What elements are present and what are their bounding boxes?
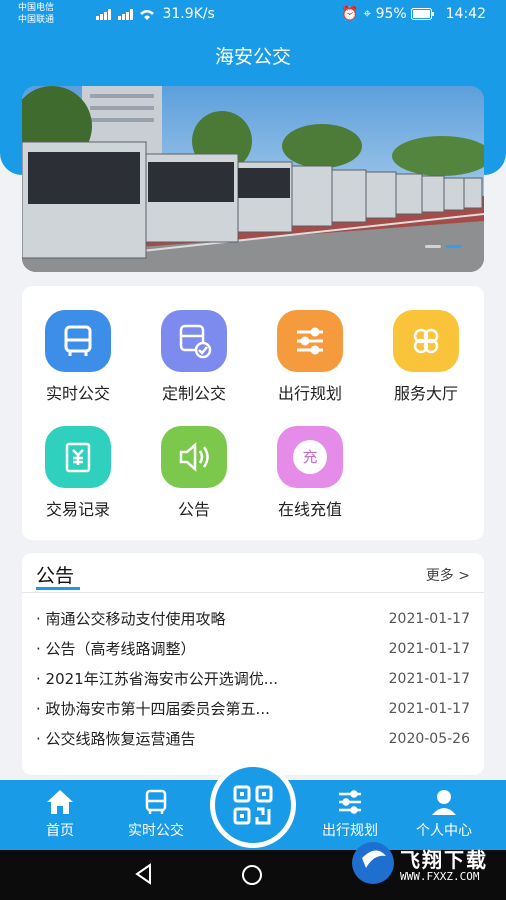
service-grid: 实时公交 定制公交 出行规划 服务大厅 交易记录 公告 充 在线充值: [22, 286, 484, 540]
location-icon: ⌖: [363, 6, 372, 22]
grid-item-notice[interactable]: 公告: [144, 426, 244, 520]
notice-item[interactable]: 公交线路恢复运营通告 2020-05-26: [36, 729, 470, 759]
home-icon: [47, 790, 73, 814]
status-bar: 中国电信 中国联通 31.9K/s ⏰ ⌖ 95% 14:42: [0, 0, 506, 32]
grid-item-service-hall[interactable]: 服务大厅: [376, 310, 476, 404]
notice-item[interactable]: 公告（高考线路调整） 2021-01-17: [36, 639, 470, 669]
divider: [22, 592, 484, 593]
grid-item-route-plan[interactable]: 出行规划: [260, 310, 360, 404]
notice-title: 公告: [36, 565, 75, 587]
notice-item[interactable]: 2021年江苏省海安市公开选调优... 2021-01-17: [36, 669, 470, 699]
watermark: 飞翔下载 WWW.FXXZ.COM: [350, 836, 500, 892]
tab-home[interactable]: 首页: [12, 788, 108, 840]
notice-item-title: 政协海安市第十四届委员会第五...: [36, 699, 389, 729]
grid-label: 出行规划: [277, 384, 342, 403]
notice-item-title: 公告（高考线路调整）: [36, 639, 389, 669]
notice-item-date: 2020-05-26: [388, 731, 470, 747]
bus-icon: [45, 310, 111, 372]
custom-bus-icon: [161, 310, 227, 372]
service-hall-icon: [393, 310, 459, 372]
notice-item-date: 2021-01-17: [388, 701, 470, 717]
grid-item-recharge[interactable]: 充 在线充值: [260, 426, 360, 520]
more-link[interactable]: 更多 >: [426, 565, 470, 585]
receipt-icon: [45, 426, 111, 488]
bus-photo: [22, 86, 484, 272]
speaker-icon: [161, 426, 227, 488]
grid-item-transaction-record[interactable]: 交易记录: [28, 426, 128, 520]
qr-code-icon: [233, 785, 273, 825]
tab-realtime-bus[interactable]: 实时公交: [108, 788, 204, 840]
tab-route-plan[interactable]: 出行规划: [302, 788, 398, 840]
banner-carousel[interactable]: [22, 86, 484, 272]
notice-item-date: 2021-01-17: [388, 671, 470, 687]
notice-item-date: 2021-01-17: [388, 641, 470, 657]
recharge-icon: 充: [277, 426, 343, 488]
recharge-badge: 充: [293, 440, 327, 474]
grid-item-custom-bus[interactable]: 定制公交: [144, 310, 244, 404]
carousel-indicator: [420, 233, 462, 252]
tab-home-label: 首页: [46, 823, 74, 839]
alarm-icon: ⏰: [341, 6, 359, 22]
clock-time: 14:42: [445, 6, 486, 22]
carrier-info: 中国电信 中国联通: [18, 2, 54, 26]
notice-item-date: 2021-01-17: [388, 611, 470, 627]
grid-label: 实时公交: [45, 384, 110, 403]
battery-percent: 95%: [375, 6, 407, 22]
watermark-url: WWW.FXXZ.COM: [400, 870, 480, 883]
tab-profile[interactable]: 个人中心: [396, 788, 492, 840]
carousel-dot[interactable]: [425, 245, 441, 248]
notice-item[interactable]: 南通公交移动支付使用攻略 2021-01-17: [36, 609, 470, 639]
watermark-text: 飞翔下载: [400, 848, 488, 872]
notice-item-title: 南通公交移动支付使用攻略: [36, 609, 389, 639]
app-title: 海安公交: [214, 46, 291, 68]
carrier-2: 中国联通: [18, 15, 55, 25]
watermark-logo-icon: [352, 842, 394, 884]
grid-label: 服务大厅: [393, 384, 458, 403]
route-plan-icon: [277, 310, 343, 372]
grid-label: 定制公交: [161, 384, 226, 403]
status-right: ⏰ ⌖ 95% 14:42: [341, 6, 486, 22]
back-icon[interactable]: [132, 862, 156, 886]
net-speed: 31.9K/s: [162, 6, 215, 22]
notice-item[interactable]: 政协海安市第十四届委员会第五... 2021-01-17: [36, 699, 470, 729]
notice-item-title: 公交线路恢复运营通告: [36, 729, 389, 759]
signal-area: 31.9K/s: [96, 6, 215, 22]
grid-label: 在线充值: [277, 500, 342, 519]
battery-icon: [411, 8, 435, 20]
user-icon: [432, 790, 456, 815]
route-plan-icon: [339, 790, 361, 814]
grid-label: 交易记录: [45, 500, 110, 519]
notice-title-underline: [36, 587, 80, 590]
notice-item-title: 2021年江苏省海安市公开选调优...: [36, 669, 389, 699]
bus-icon: [145, 789, 167, 814]
carrier-1: 中国电信: [18, 3, 55, 13]
notice-card: 公告 更多 > 南通公交移动支付使用攻略 2021-01-17 公告（高考线路调…: [22, 553, 484, 775]
grid-item-realtime-bus[interactable]: 实时公交: [28, 310, 128, 404]
home-circle-icon[interactable]: [240, 863, 264, 887]
qr-scan-button[interactable]: [210, 762, 296, 848]
carousel-dot-active[interactable]: [446, 245, 462, 248]
tab-realtime-bus-label: 实时公交: [128, 823, 184, 839]
notice-list: 南通公交移动支付使用攻略 2021-01-17 公告（高考线路调整） 2021-…: [36, 609, 470, 759]
grid-label: 公告: [177, 500, 210, 519]
signal-icon: [96, 9, 154, 20]
